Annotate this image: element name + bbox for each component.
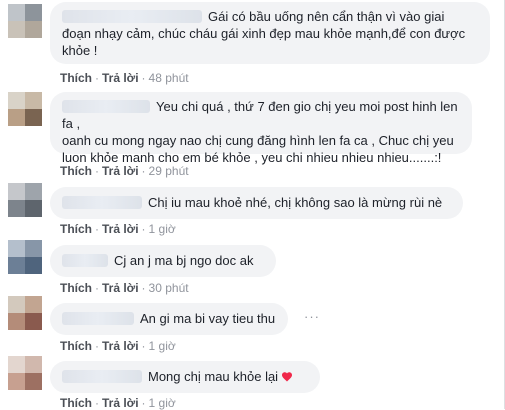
more-options-icon[interactable]: ··· [304, 309, 320, 324]
reply-link[interactable]: Trả lời [102, 71, 139, 85]
reply-link[interactable]: Trả lời [102, 164, 139, 178]
comment-actions: Thích · Trả lời · 48 phút [60, 71, 189, 85]
avatar[interactable] [8, 183, 42, 217]
commenter-name-blurred[interactable] [62, 100, 150, 113]
commenter-name-blurred[interactable] [62, 370, 142, 383]
comment-actions: Thích · Trả lời · 29 phút [60, 164, 189, 178]
comment-text-line: oanh cu mong ngay nao chị cung đăng hình… [62, 133, 454, 148]
reply-link[interactable]: Trả lời [102, 339, 139, 353]
commenter-name-blurred[interactable] [62, 196, 142, 209]
like-link[interactable]: Thích [60, 281, 92, 295]
avatar[interactable] [8, 92, 42, 126]
comment-text-line: Chị iu mau khoẻ nhé, chị không sao là mừ… [148, 195, 443, 210]
comment-bubble: Chị iu mau khoẻ nhé, chị không sao là mừ… [50, 187, 463, 219]
comment-text-line: Cj an j ma bj ngo doc ak [114, 253, 254, 268]
like-link[interactable]: Thích [60, 339, 92, 353]
comment-time[interactable]: 1 giờ [149, 339, 176, 353]
comment-bubble: Yeu chi quá , thứ 7 đen gio chị yeu moi … [50, 92, 472, 165]
comment-actions: Thích · Trả lời · 1 giờ [60, 339, 176, 353]
avatar[interactable] [8, 4, 42, 38]
avatar[interactable] [8, 296, 42, 330]
comment-time[interactable]: 1 giờ [149, 396, 176, 410]
heart-icon [281, 371, 293, 382]
comment-time[interactable]: 29 phút [149, 164, 189, 178]
comment-bubble: Cj an j ma bj ngo doc ak [50, 245, 276, 277]
commenter-name-blurred[interactable] [62, 312, 134, 325]
comment-actions: Thích · Trả lời · 1 giờ [60, 222, 176, 236]
comment-time[interactable]: 30 phút [149, 281, 189, 295]
comment-text-line: Mong chị mau khỏe lại [148, 369, 279, 384]
comment-time[interactable]: 1 giờ [149, 222, 176, 236]
commenter-name-blurred[interactable] [62, 10, 202, 23]
comment-bubble: Gái có bầu uống nên cẩn thận vì vào giai… [50, 2, 490, 64]
commenter-name-blurred[interactable] [62, 254, 108, 267]
comment-text-line: An gi ma bi vay tieu thu [140, 311, 276, 326]
comment-bubble: An gi ma bi vay tieu thu [50, 303, 288, 335]
like-link[interactable]: Thích [60, 164, 92, 178]
like-link[interactable]: Thích [60, 396, 92, 410]
avatar[interactable] [8, 356, 42, 390]
comment-time[interactable]: 48 phút [149, 71, 189, 85]
like-link[interactable]: Thích [60, 71, 92, 85]
avatar[interactable] [8, 240, 42, 274]
comment-actions: Thích · Trả lời · 30 phút [60, 281, 189, 295]
comment-bubble: Mong chị mau khỏe lại [50, 361, 320, 393]
reply-link[interactable]: Trả lời [102, 396, 139, 410]
reply-link[interactable]: Trả lời [102, 281, 139, 295]
comment-actions: Thích · Trả lời · 1 giờ [60, 396, 176, 410]
comment-text-line: luon khỏe manh cho em bé khỏe , yeu chi … [62, 150, 442, 165]
comment-text-line: khỏe ! [62, 43, 98, 58]
like-link[interactable]: Thích [60, 222, 92, 236]
reply-link[interactable]: Trả lời [102, 222, 139, 236]
comment-text-line: đoạn nhạy cảm, chúc cháu gái xinh đẹp ma… [62, 26, 466, 41]
comment-text-line: Gái có bầu uống nên cẩn thận vì vào giai [208, 9, 445, 24]
